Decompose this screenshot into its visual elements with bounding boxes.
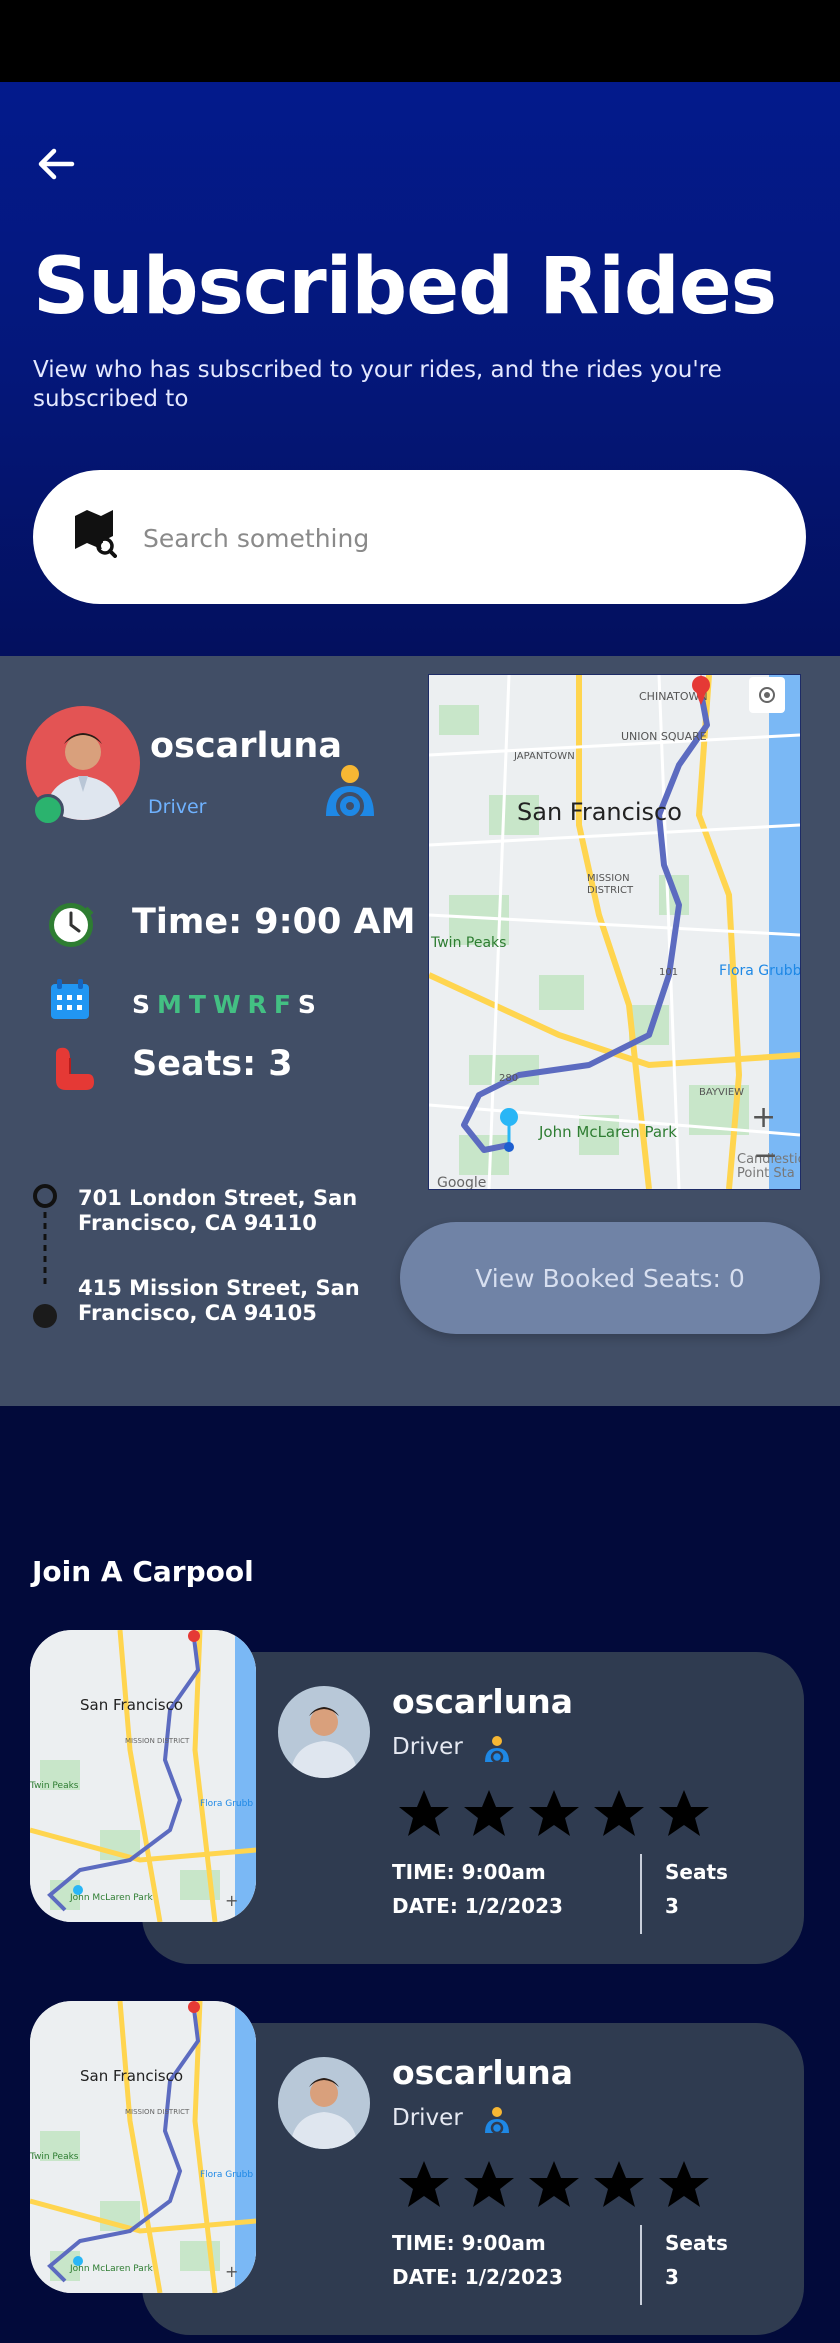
page-subtitle: View who has subscribed to your rides, a… bbox=[33, 357, 722, 412]
carpool-driver-name: oscarluna bbox=[392, 1682, 573, 1721]
driver-avatar[interactable] bbox=[26, 706, 140, 826]
svg-text:+: + bbox=[225, 1891, 238, 1910]
svg-text:Google: Google bbox=[437, 1175, 486, 1189]
pickup-marker-icon bbox=[33, 1184, 57, 1208]
pickup-address: 701 London Street, San Francisco, CA 941… bbox=[78, 1186, 358, 1235]
star-icon bbox=[594, 1790, 644, 1836]
dropoff-address: 415 Mission Street, San Francisco, CA 94… bbox=[78, 1276, 360, 1325]
svg-text:Flora Grubb: Flora Grubb bbox=[200, 2170, 253, 2180]
svg-text:101: 101 bbox=[659, 967, 678, 978]
star-icon bbox=[399, 2161, 449, 2207]
carpool-driver-avatar[interactable] bbox=[278, 1686, 370, 1778]
route-line bbox=[43, 1212, 47, 1284]
route-map[interactable]: CHINATOWN UNION SQUARE JAPANTOWN San Fra… bbox=[428, 674, 801, 1190]
page-header: Subscribed Rides View who has subscribed… bbox=[0, 82, 840, 656]
online-status-indicator bbox=[32, 794, 64, 826]
carpool-driver-name: oscarluna bbox=[392, 2053, 573, 2092]
zoom-in-icon: + bbox=[751, 1100, 776, 1135]
star-icon bbox=[464, 2161, 514, 2207]
view-booked-seats-button[interactable]: View Booked Seats: 0 bbox=[400, 1222, 820, 1334]
day-sat: S bbox=[297, 990, 323, 1019]
svg-text:280: 280 bbox=[499, 1073, 518, 1084]
ride-card: oscarluna Driver Time: 9:00 AM SMTWRFS S… bbox=[0, 656, 840, 1406]
svg-text:Twin Peaks: Twin Peaks bbox=[30, 2152, 79, 2162]
svg-text:Twin Peaks: Twin Peaks bbox=[30, 1781, 79, 1791]
carpool-card[interactable]: San Francisco MISSION DISTRICT Twin Peak… bbox=[0, 1630, 840, 1972]
carpool-driver-role: Driver bbox=[392, 1734, 463, 1760]
carpool-card[interactable]: San Francisco MISSION DISTRICT Twin Peak… bbox=[0, 2001, 840, 2343]
zoom-out-icon: − bbox=[753, 1138, 778, 1173]
svg-text:DISTRICT: DISTRICT bbox=[587, 885, 634, 896]
back-arrow-icon[interactable] bbox=[34, 142, 78, 186]
carpool-driver-avatar[interactable] bbox=[278, 2057, 370, 2149]
svg-text:UNION SQUARE: UNION SQUARE bbox=[621, 730, 707, 743]
star-icon bbox=[659, 2161, 709, 2207]
driver-icon bbox=[485, 1736, 509, 1764]
svg-text:San Francisco: San Francisco bbox=[517, 798, 682, 826]
carpool-seats-label: Seats bbox=[665, 1860, 728, 1884]
svg-text:+: + bbox=[225, 2262, 238, 2281]
svg-text:John McLaren Park: John McLaren Park bbox=[69, 2264, 154, 2274]
carpool-time: TIME: 9:00am bbox=[392, 2231, 546, 2255]
map-search-icon bbox=[75, 510, 117, 558]
carpool-date: DATE: 1/2/2023 bbox=[392, 1894, 563, 1918]
svg-text:MISSION: MISSION bbox=[587, 873, 630, 884]
carpool-seats-value: 3 bbox=[665, 2265, 679, 2289]
carpool-map[interactable]: San Francisco MISSION DISTRICT Twin Peak… bbox=[30, 2001, 256, 2293]
search-bar[interactable] bbox=[33, 470, 806, 604]
svg-text:San Francisco: San Francisco bbox=[80, 1696, 183, 1714]
divider bbox=[640, 1854, 642, 1934]
star-icon bbox=[659, 1790, 709, 1836]
ride-seats: Seats: 3 bbox=[132, 1044, 293, 1084]
day-sun: S bbox=[132, 990, 158, 1019]
svg-text:John McLaren Park: John McLaren Park bbox=[69, 1893, 154, 1903]
svg-text:San Francisco: San Francisco bbox=[80, 2067, 183, 2085]
svg-text:Flora Grubb: Flora Grubb bbox=[719, 963, 800, 979]
carpool-section-title: Join A Carpool bbox=[32, 1555, 254, 1588]
dropoff-marker-icon bbox=[33, 1304, 57, 1328]
carpool-time: TIME: 9:00am bbox=[392, 1860, 546, 1884]
driver-icon bbox=[485, 2107, 509, 2135]
svg-text:MISSION DISTRICT: MISSION DISTRICT bbox=[125, 1737, 190, 1745]
svg-text:JAPANTOWN: JAPANTOWN bbox=[513, 751, 575, 762]
rating-stars bbox=[399, 1790, 709, 1836]
page-title: Subscribed Rides bbox=[33, 242, 777, 332]
star-icon bbox=[464, 1790, 514, 1836]
svg-text:Flora Grubb: Flora Grubb bbox=[200, 1799, 253, 1809]
day-mon: M bbox=[157, 990, 189, 1019]
ride-days: SMTWRFS bbox=[132, 990, 323, 1019]
svg-text:BAYVIEW: BAYVIEW bbox=[699, 1087, 744, 1098]
carpool-date: DATE: 1/2/2023 bbox=[392, 2265, 563, 2289]
svg-text:Twin Peaks: Twin Peaks bbox=[430, 935, 506, 951]
status-bar bbox=[0, 0, 840, 82]
driver-role: Driver bbox=[148, 796, 207, 818]
day-thu: R bbox=[247, 990, 274, 1019]
star-icon bbox=[594, 2161, 644, 2207]
search-input[interactable] bbox=[141, 508, 765, 568]
carpool-seats-label: Seats bbox=[665, 2231, 728, 2255]
driver-icon bbox=[326, 765, 374, 820]
carpool-map[interactable]: San Francisco MISSION DISTRICT Twin Peak… bbox=[30, 1630, 256, 1922]
svg-text:MISSION DISTRICT: MISSION DISTRICT bbox=[125, 2108, 190, 2116]
rating-stars bbox=[399, 2161, 709, 2207]
clock-icon bbox=[49, 903, 94, 947]
star-icon bbox=[529, 1790, 579, 1836]
ride-time: Time: 9:00 AM bbox=[132, 902, 416, 942]
day-wed: W bbox=[212, 990, 248, 1019]
carpool-driver-role: Driver bbox=[392, 2105, 463, 2131]
day-fri: F bbox=[273, 990, 298, 1019]
carpool-seats-value: 3 bbox=[665, 1894, 679, 1918]
driver-name: oscarluna bbox=[150, 726, 342, 766]
divider bbox=[640, 2225, 642, 2305]
day-tue: T bbox=[188, 990, 213, 1019]
star-icon bbox=[529, 2161, 579, 2207]
svg-text:John McLaren Park: John McLaren Park bbox=[538, 1123, 677, 1141]
star-icon bbox=[399, 1790, 449, 1836]
calendar-icon bbox=[51, 979, 89, 1019]
seat-icon bbox=[56, 1047, 94, 1090]
